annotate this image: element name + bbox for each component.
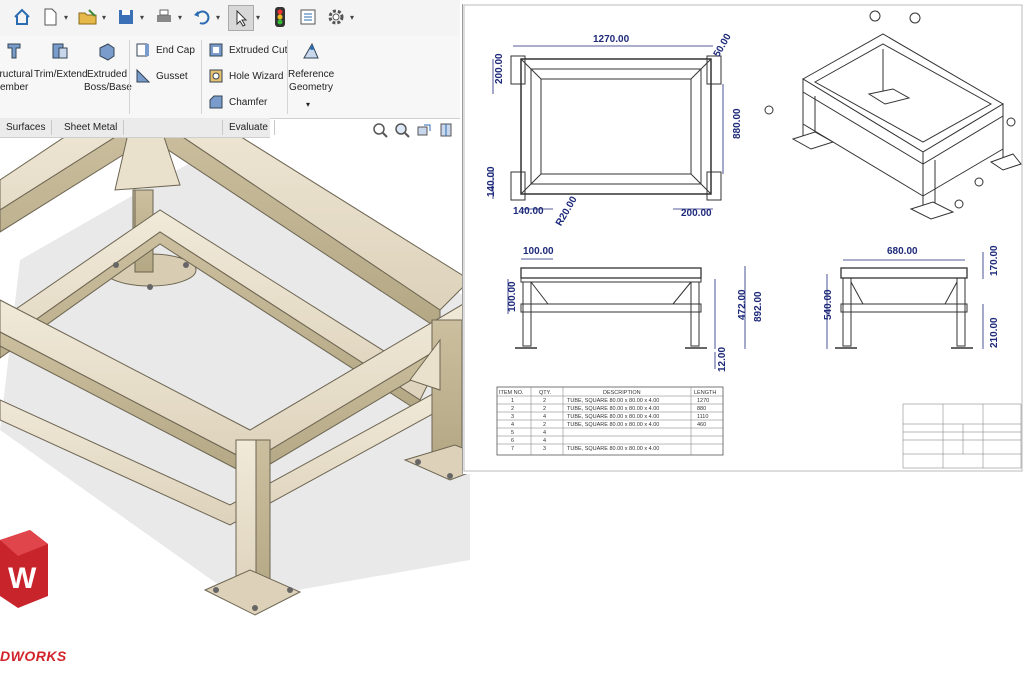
- hole-wizard-label: Hole Wizard: [229, 70, 284, 82]
- end-cap-button[interactable]: End Cap: [135, 42, 195, 58]
- side-right-top-dimension: 170.00: [989, 245, 1000, 276]
- structural-member-label: Structural Member: [0, 69, 33, 93]
- bom-cell: 1270: [697, 398, 709, 404]
- front-foot-dimension: 12.00: [717, 347, 728, 372]
- bom-cell: 880: [697, 406, 706, 412]
- bom-header-qty: QTY.: [539, 390, 552, 396]
- bom-cell: 460: [697, 422, 706, 428]
- reference-geometry-label: Reference Geometry: [288, 69, 335, 93]
- chevron-down-icon[interactable]: ▾: [178, 13, 182, 22]
- list-icon[interactable]: [296, 5, 320, 29]
- bom-cell: 3: [511, 414, 514, 420]
- chevron-down-icon[interactable]: ▾: [306, 98, 310, 111]
- drawing-sheet[interactable]: 1270.00 200.00 140.00 880.00 140.00 200.…: [462, 4, 1024, 474]
- svg-text:W: W: [8, 562, 37, 595]
- bom-cell: 2: [543, 406, 546, 412]
- tab-surfaces[interactable]: Surfaces: [0, 120, 53, 135]
- chevron-down-icon[interactable]: ▾: [216, 13, 220, 22]
- bom-cell: 4: [543, 414, 546, 420]
- bom-cell: TUBE, SQUARE 80.00 x 80.00 x 4.00: [567, 446, 659, 452]
- traffic-light-icon[interactable]: [268, 5, 292, 29]
- new-document-icon[interactable]: [38, 5, 62, 29]
- top-bottom-left-dimension: 140.00: [513, 206, 544, 217]
- gear-icon[interactable]: [324, 5, 348, 29]
- bom-cell: 1: [511, 398, 514, 404]
- bill-of-materials-table: ITEM NO. QTY. DESCRIPTION LENGTH 1 2 TUBE,…: [496, 386, 724, 456]
- chevron-down-icon[interactable]: ▾: [102, 13, 106, 22]
- rotate-view-icon[interactable]: [416, 122, 432, 138]
- bom-header-description: DESCRIPTION: [603, 390, 641, 396]
- bom-cell: 2: [511, 406, 514, 412]
- command-tabs: Surfaces Sheet Metal Evaluate: [0, 118, 275, 138]
- extruded-boss-button[interactable]: Extruded Boss/Base: [84, 40, 132, 93]
- bom-cell: TUBE, SQUARE 80.00 x 80.00 x 4.00: [567, 422, 659, 428]
- print-icon[interactable]: [152, 5, 176, 29]
- bom-cell: 6: [511, 438, 514, 444]
- hole-wizard-button[interactable]: Hole Wizard: [208, 68, 283, 84]
- bom-cell: 7: [511, 446, 514, 452]
- open-file-icon[interactable]: [76, 5, 100, 29]
- tab-sheet-metal[interactable]: Sheet Metal: [58, 120, 125, 135]
- bom-cell: 4: [543, 438, 546, 444]
- chevron-down-icon[interactable]: ▾: [140, 13, 144, 22]
- structural-member-button[interactable]: Structural Member: [0, 40, 33, 93]
- end-cap-label: End Cap: [156, 44, 195, 56]
- top-left-top-dimension: 200.00: [494, 53, 505, 84]
- undo-icon[interactable]: [190, 5, 214, 29]
- bom-cell: 4: [511, 422, 514, 428]
- ribbon-separator: [129, 40, 130, 114]
- save-icon[interactable]: [114, 5, 138, 29]
- extruded-cut-label: Extruded Cut: [229, 44, 288, 56]
- ribbon-separator: [201, 40, 202, 114]
- extruded-cut-button[interactable]: Extruded Cut: [208, 42, 287, 58]
- bom-cell: TUBE, SQUARE 80.00 x 80.00 x 4.00: [567, 414, 659, 420]
- bom-cell: 2: [543, 422, 546, 428]
- bom-cell: 1110: [697, 414, 708, 420]
- bom-cell: 4: [543, 430, 546, 436]
- chevron-down-icon[interactable]: ▾: [256, 13, 260, 22]
- chamfer-label: Chamfer: [229, 96, 268, 108]
- bom-header-length: LENGTH: [694, 390, 716, 396]
- brand-wordmark: DWORKS: [0, 648, 67, 664]
- chevron-down-icon[interactable]: ▾: [64, 13, 68, 22]
- side-left-dimension: 540.00: [823, 289, 834, 320]
- reference-geometry-button[interactable]: Reference Geometry ▾: [288, 40, 334, 109]
- chevron-down-icon[interactable]: ▾: [350, 13, 354, 22]
- side-right-bottom-dimension: 210.00: [989, 317, 1000, 348]
- side-width-dimension: 680.00: [887, 246, 918, 257]
- trim-extend-button[interactable]: Trim/Extend: [34, 40, 88, 80]
- bom-header-item: ITEM NO.: [499, 390, 524, 396]
- front-left-height-dimension: 100.00: [507, 281, 518, 312]
- command-ribbon: Structural Member Trim/Extend Extruded B…: [0, 36, 460, 119]
- solidworks-logo: W: [0, 530, 48, 608]
- extruded-boss-label: Extruded Boss/Base: [84, 69, 132, 93]
- bom-cell: TUBE, SQUARE 80.00 x 80.00 x 4.00: [567, 406, 659, 412]
- view-toolbar: [372, 122, 454, 138]
- gusset-button[interactable]: Gusset: [135, 68, 188, 84]
- bom-cell: 3: [543, 446, 546, 452]
- tab-evaluate[interactable]: Evaluate: [222, 120, 275, 135]
- zoom-to-fit-icon[interactable]: [372, 122, 388, 138]
- front-top-dimension: 100.00: [523, 246, 554, 257]
- top-left-bottom-dimension: 140.00: [486, 166, 497, 197]
- bom-cell: TUBE, SQUARE 80.00 x 80.00 x 4.00: [567, 398, 659, 404]
- trim-extend-label: Trim/Extend: [34, 69, 88, 80]
- quick-access-toolbar: ▾ ▾ ▾ ▾ ▾ ▾ ▾: [0, 0, 460, 37]
- bom-cell: 2: [543, 398, 546, 404]
- front-overall-dimension: 892.00: [753, 291, 764, 322]
- top-bottom-right-dimension: 200.00: [681, 208, 712, 219]
- front-mid-dimension: 472.00: [737, 289, 748, 320]
- section-view-icon[interactable]: [438, 122, 454, 138]
- zoom-area-icon[interactable]: [394, 122, 410, 138]
- bom-cell: 5: [511, 430, 514, 436]
- chamfer-button[interactable]: Chamfer: [208, 94, 267, 110]
- top-width-dimension: 1270.00: [593, 34, 630, 45]
- top-right-height-dimension: 880.00: [732, 108, 743, 139]
- gusset-label: Gusset: [156, 70, 188, 82]
- home-icon[interactable]: [10, 5, 34, 29]
- select-pointer-icon[interactable]: [228, 5, 254, 31]
